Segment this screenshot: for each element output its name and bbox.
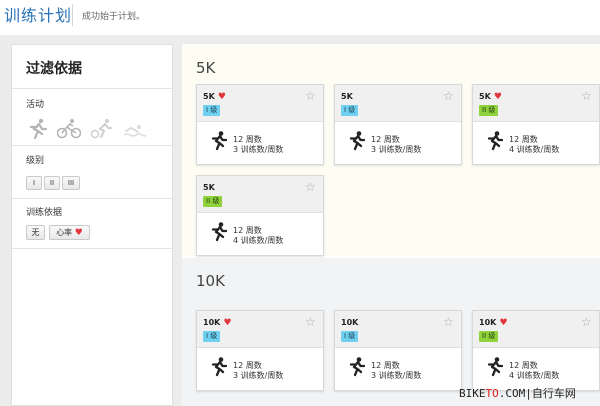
level-badge: I 级 <box>203 331 221 342</box>
plan-card[interactable]: 5K ♥ ☆ II 级 12 周数 4 训练数/周数 <box>472 84 600 165</box>
plan-workouts-per-week: 3 训练数/周数 <box>233 371 284 380</box>
card-header: 10K ☆ I 级 <box>335 311 461 348</box>
running-icon <box>485 131 504 151</box>
star-icon[interactable]: ☆ <box>443 315 454 329</box>
section-title: 10K <box>196 272 225 290</box>
divider <box>12 198 172 199</box>
heart-icon: ♥ <box>220 318 232 328</box>
main-shell: 过滤依据 活动 级别 I II III 训练依据 无 心率 ♥ 5K 10K 5… <box>0 35 600 406</box>
running-icon <box>347 357 366 377</box>
plan-card[interactable]: 10K ♥ ☆ I 级 12 周数 3 训练数/周数 <box>196 310 324 391</box>
plan-workouts-per-week: 3 训练数/周数 <box>233 145 284 154</box>
heart-icon: ♥ <box>74 228 83 238</box>
plan-name: 5K <box>203 183 215 192</box>
plan-workouts-per-week: 4 训练数/周数 <box>509 371 560 380</box>
star-icon[interactable]: ☆ <box>581 315 592 329</box>
watermark-part: .COM|自行车网 <box>498 387 576 400</box>
level-3-button[interactable]: III <box>62 176 80 190</box>
plan-card[interactable]: 5K ☆ II 级 12 周数 4 训练数/周数 <box>196 175 324 256</box>
plan-name-text: 5K <box>341 92 353 101</box>
plan-name: 5K ♥ <box>203 92 226 102</box>
plan-card[interactable]: 10K ☆ I 级 12 周数 3 训练数/周数 <box>334 310 462 391</box>
page-subtitle: 成功始于计划。 <box>82 12 146 22</box>
card-header: 10K ♥ ☆ I 级 <box>197 311 323 348</box>
level-badge: I 级 <box>341 331 359 342</box>
triathlon-icon[interactable] <box>90 118 114 140</box>
card-header: 5K ♥ ☆ II 级 <box>473 85 599 122</box>
plan-name-text: 5K <box>479 92 491 101</box>
plan-workouts-per-week: 4 训练数/周数 <box>509 145 560 154</box>
divider <box>12 88 172 89</box>
plan-name-text: 10K <box>341 318 359 327</box>
cycling-icon[interactable] <box>57 118 81 140</box>
plan-name-text: 5K <box>203 92 215 101</box>
training-basis-label: 训练依据 <box>26 208 63 218</box>
plan-name: 10K <box>341 318 358 327</box>
divider <box>12 248 172 249</box>
plan-workouts-per-week: 3 训练数/周数 <box>371 371 422 380</box>
plan-workouts-per-week: 4 训练数/周数 <box>233 236 284 245</box>
activity-label: 活动 <box>26 100 45 110</box>
divider <box>12 145 172 146</box>
plan-card[interactable]: 10K ♥ ☆ II 级 12 周数 4 训练数/周数 <box>472 310 600 391</box>
swimming-icon[interactable] <box>122 118 146 140</box>
plan-name: 10K ♥ <box>203 318 232 328</box>
filter-sidebar: 过滤依据 活动 级别 I II III 训练依据 无 心率 ♥ <box>11 44 173 406</box>
basis-none-button[interactable]: 无 <box>26 225 45 240</box>
running-icon <box>209 222 228 242</box>
level-badge: II 级 <box>479 331 499 342</box>
plan-workouts-per-week: 3 训练数/周数 <box>371 145 422 154</box>
star-icon[interactable]: ☆ <box>305 180 316 194</box>
star-icon[interactable]: ☆ <box>305 315 316 329</box>
top-bar: 训练计划 成功始于计划。 <box>0 0 600 33</box>
filter-title: 过滤依据 <box>26 61 82 77</box>
watermark-part: BIKE <box>459 387 486 400</box>
section-title: 5K <box>196 59 216 77</box>
running-icon[interactable] <box>25 118 49 140</box>
star-icon[interactable]: ☆ <box>305 89 316 103</box>
level-label: 级别 <box>26 156 45 166</box>
plan-name: 10K ♥ <box>479 318 508 328</box>
plan-name-text: 10K <box>479 318 497 327</box>
plan-name-text: 5K <box>203 183 215 192</box>
running-icon <box>209 131 228 151</box>
plan-name-text: 10K <box>203 318 221 327</box>
star-icon[interactable]: ☆ <box>581 89 592 103</box>
watermark-part: TO <box>485 387 499 400</box>
level-2-button[interactable]: II <box>44 176 60 190</box>
level-badge: II 级 <box>479 105 499 116</box>
title-divider <box>72 4 73 26</box>
plan-name: 5K ♥ <box>479 92 502 102</box>
page-title: 训练计划 <box>4 6 73 25</box>
card-header: 5K ☆ I 级 <box>335 85 461 122</box>
heart-icon: ♥ <box>214 92 226 102</box>
watermark: BIKETO.COM|自行车网 <box>459 385 576 401</box>
heart-icon: ♥ <box>496 318 508 328</box>
heart-icon: ♥ <box>490 92 502 102</box>
running-icon <box>485 357 504 377</box>
plans-content: 5K 10K 5K ♥ ☆ I 级 12 周数 3 训练数/周数 5K ☆ I 级 12 周数 3… <box>182 44 600 406</box>
level-badge: I 级 <box>203 105 221 116</box>
level-badge: I 级 <box>341 105 359 116</box>
running-icon <box>347 131 366 151</box>
card-header: 10K ♥ ☆ II 级 <box>473 311 599 348</box>
plan-card[interactable]: 5K ☆ I 级 12 周数 3 训练数/周数 <box>334 84 462 165</box>
level-1-button[interactable]: I <box>26 176 42 190</box>
card-header: 5K ☆ II 级 <box>197 176 323 213</box>
basis-heart-rate-button[interactable]: 心率 ♥ <box>49 225 90 240</box>
star-icon[interactable]: ☆ <box>443 89 454 103</box>
basis-heart-rate-label: 心率 <box>56 228 73 237</box>
plan-name: 5K <box>341 92 353 101</box>
card-header: 5K ♥ ☆ I 级 <box>197 85 323 122</box>
plan-card[interactable]: 5K ♥ ☆ I 级 12 周数 3 训练数/周数 <box>196 84 324 165</box>
level-badge: II 级 <box>203 196 223 207</box>
running-icon <box>209 357 228 377</box>
